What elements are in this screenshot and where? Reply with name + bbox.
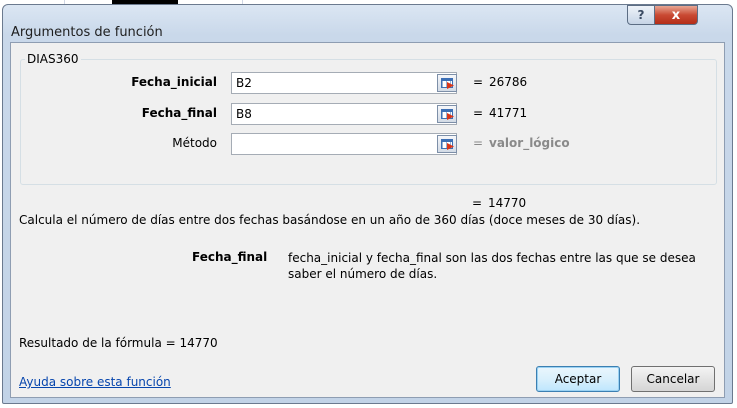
- metodo-input[interactable]: [231, 133, 457, 155]
- function-result: 14770: [488, 196, 527, 210]
- close-button[interactable]: x: [654, 5, 698, 25]
- formula-result: Resultado de la fórmula = 14770: [19, 336, 218, 350]
- fecha-final-input[interactable]: [231, 103, 457, 125]
- dialog-body: DIAS360 Fecha_inicial = 26786 Fecha_fina…: [10, 42, 725, 398]
- function-description: Calcula el número de días entre dos fech…: [19, 213, 641, 227]
- help-button[interactable]: ?: [627, 5, 655, 25]
- help-on-function-link[interactable]: Ayuda sobre esta función: [19, 375, 171, 389]
- collapse-ref-button-3[interactable]: [437, 135, 457, 153]
- collapse-ref-button-2[interactable]: [437, 105, 457, 123]
- fecha-inicial-input[interactable]: [231, 72, 457, 94]
- collapse-ref-button-1[interactable]: [437, 74, 457, 92]
- dialog-title: Argumentos de función: [11, 25, 163, 40]
- arg-value-fecha-final: 41771: [489, 106, 528, 120]
- function-name: DIAS360: [25, 52, 81, 66]
- arg-help-text: fecha_inicial y fecha_final son las dos …: [288, 251, 696, 281]
- arg-help-name: Fecha_final: [192, 250, 268, 264]
- arguments-group: DIAS360 Fecha_inicial = 26786 Fecha_fina…: [20, 52, 717, 185]
- arg-label-fecha-final: Fecha_final: [141, 106, 217, 120]
- close-icon: x: [671, 7, 681, 23]
- help-icon: ?: [637, 8, 645, 22]
- cancel-button[interactable]: Cancelar: [631, 366, 715, 392]
- equals-sign: =: [473, 106, 484, 120]
- title-bar[interactable]: Argumentos de función ? x: [3, 5, 732, 43]
- arg-value-fecha-inicial: 26786: [489, 75, 528, 89]
- function-arguments-dialog: Argumentos de función ? x DIAS360 Fecha_…: [2, 4, 733, 404]
- arg-label-metodo: Método: [172, 136, 217, 150]
- equals-sign: =: [473, 75, 484, 89]
- equals-sign: =: [473, 136, 484, 150]
- ok-button[interactable]: Aceptar: [536, 366, 620, 392]
- result-equals-sign: =: [472, 196, 483, 210]
- arg-label-fecha-inicial: Fecha_inicial: [131, 75, 217, 89]
- arg-value-metodo: valor_lógico: [489, 136, 570, 150]
